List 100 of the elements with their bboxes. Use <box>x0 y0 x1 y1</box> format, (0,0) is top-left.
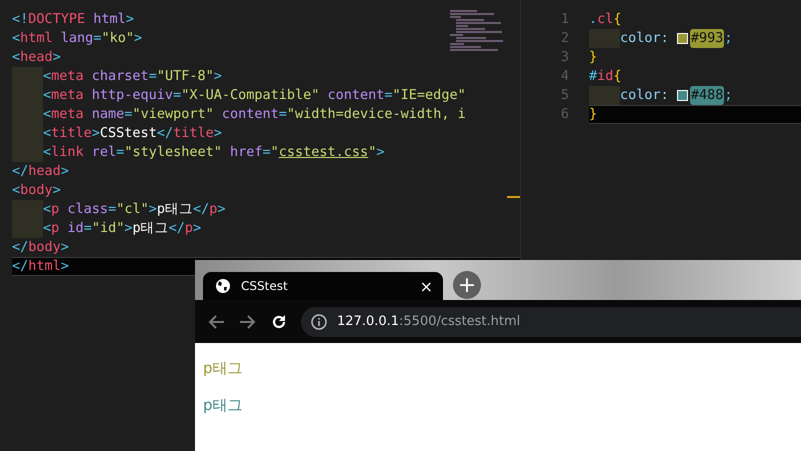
line-number: 3 <box>560 48 570 67</box>
code-attribute: content <box>326 86 384 105</box>
code-punctuation: </ <box>156 124 174 143</box>
code-punctuation: < <box>43 124 52 143</box>
code-string: "id" <box>92 219 124 238</box>
line-number: 1 <box>560 10 570 29</box>
forward-arrow-icon[interactable] <box>239 314 257 330</box>
code-text: p태그 <box>156 200 193 219</box>
code-punctuation: </ <box>193 200 210 219</box>
globe-icon <box>215 278 231 294</box>
code-property: color: <box>620 86 670 105</box>
code-text: p태그 <box>132 219 169 238</box>
code-tag-name: html <box>28 257 61 276</box>
new-tab-button[interactable]: + <box>453 271 481 299</box>
code-punctuation: = <box>84 219 92 238</box>
code-brace: { <box>613 10 622 29</box>
code-punctuation: = <box>116 143 124 162</box>
code-tag-name: html <box>20 29 53 48</box>
address-bar[interactable]: 127.0.0.1:5500/csstest.html <box>301 306 801 336</box>
code-tag-name: p <box>51 200 60 219</box>
code-tag-name: title <box>173 124 214 143</box>
code-punctuation: = <box>124 105 132 124</box>
code-punctuation: < <box>12 29 20 48</box>
code-punctuation: < <box>43 143 52 162</box>
code-string: "cl" <box>116 200 149 219</box>
code-attribute: name <box>90 105 124 124</box>
code-punctuation: > <box>134 29 142 48</box>
code-tag-name: title <box>51 124 92 143</box>
code-tag-name: meta <box>51 67 84 86</box>
code-punctuation: = <box>262 143 271 162</box>
code-tag-name: head <box>28 162 61 181</box>
close-tab-button[interactable]: × <box>420 276 433 296</box>
code-punctuation: ; <box>724 29 733 48</box>
color-swatch[interactable] <box>676 90 688 101</box>
paragraph: p태그 <box>203 359 244 378</box>
back-arrow-icon[interactable] <box>207 314 225 330</box>
code-tag-name: body <box>28 238 61 257</box>
code-string: " <box>270 143 279 162</box>
code-attribute: rel <box>90 143 116 162</box>
color-swatch[interactable] <box>676 33 688 44</box>
code-tag-name: p <box>184 219 194 238</box>
code-punctuation: > <box>60 257 69 276</box>
reload-icon[interactable] <box>271 314 287 330</box>
minimap-drawing <box>450 10 506 51</box>
color-value: #488 <box>690 86 724 105</box>
line-number: 5 <box>560 86 570 105</box>
code-punctuation: < <box>43 67 52 86</box>
browser-tab[interactable]: CSStest × <box>203 272 443 300</box>
code-punctuation: > <box>60 162 69 181</box>
code-punctuation: </ <box>12 162 28 181</box>
code-punctuation: > <box>148 200 157 219</box>
code-punctuation: < <box>43 86 52 105</box>
line-number: 2 <box>560 29 570 48</box>
code-property: color: <box>620 29 670 48</box>
code-attribute: charset <box>90 67 149 86</box>
code-string: "width=device-width, i <box>286 105 466 124</box>
code-punctuation: ; <box>724 86 733 105</box>
code-brace: } <box>589 105 598 124</box>
code-text: CSStest <box>100 124 157 143</box>
code-selector: id <box>597 67 614 86</box>
code-tag-name: p <box>209 200 218 219</box>
code-punctuation: < <box>43 200 52 219</box>
code-punctuation: > <box>52 181 61 200</box>
code-attribute: class <box>66 200 108 219</box>
info-icon <box>311 314 327 330</box>
color-value: #993 <box>690 29 724 48</box>
code-string: " <box>368 143 376 162</box>
code-attribute: href <box>228 143 262 162</box>
code-punctuation: = <box>108 200 116 219</box>
code-tag-name: p <box>51 219 60 238</box>
code-brace: } <box>589 48 598 67</box>
code-punctuation: = <box>384 86 393 105</box>
code-attribute: id <box>66 219 84 238</box>
code-punctuation: < <box>12 181 20 200</box>
code-attribute: html <box>92 10 126 29</box>
code-attribute: content <box>220 105 279 124</box>
code-punctuation: < <box>43 105 52 124</box>
scrollbar-marker <box>507 196 520 198</box>
code-punctuation: < <box>12 48 20 67</box>
code-punctuation: . <box>589 10 598 29</box>
code-string: "UTF-8" <box>156 67 214 86</box>
code-punctuation: = <box>148 67 157 86</box>
code-punctuation: > <box>214 67 222 86</box>
code-tag-name: body <box>20 181 53 200</box>
code-brace: { <box>613 67 622 86</box>
code-tag-name: head <box>20 48 53 67</box>
code-string: "X-UA-Compatible" <box>181 86 320 105</box>
code-tag-name: meta <box>51 86 84 105</box>
code-string: "IE=edge" <box>392 86 466 105</box>
code-tag-name: link <box>51 143 84 162</box>
code-string: "stylesheet" <box>124 143 222 162</box>
code-punctuation: > <box>92 124 100 143</box>
code-punctuation: = <box>173 86 182 105</box>
code-punctuation: </ <box>12 257 28 276</box>
code-selector: cl <box>597 10 614 29</box>
code-punctuation: > <box>376 143 384 162</box>
code-punctuation: = <box>278 105 287 124</box>
line-number: 4 <box>560 67 570 86</box>
code-string: "ko" <box>101 29 134 48</box>
code-punctuation: <! <box>12 10 28 29</box>
